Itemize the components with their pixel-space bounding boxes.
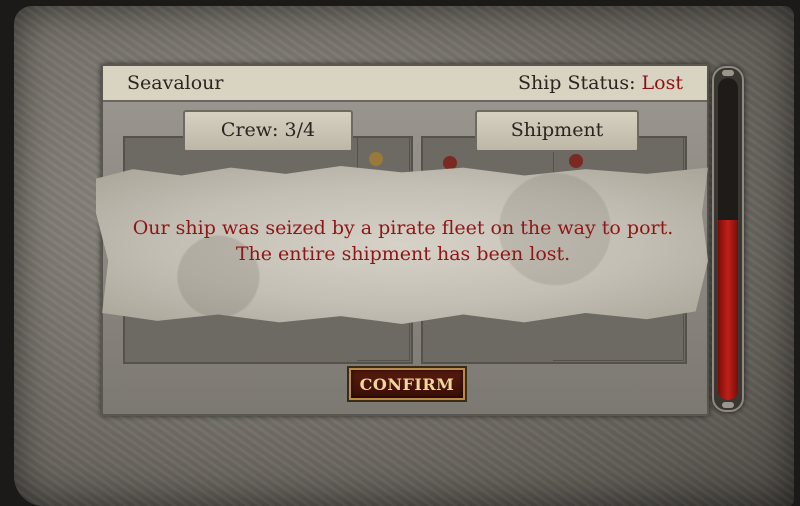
ship-health-track <box>718 78 738 400</box>
confirm-button[interactable]: CONFIRM <box>349 368 465 400</box>
ship-status-label: Ship Status: <box>517 72 636 94</box>
ship-name: Seavalour <box>127 72 224 94</box>
bar-top-cap <box>722 70 734 76</box>
cargo-item-icon <box>569 154 583 168</box>
crew-role-icon <box>369 152 383 166</box>
panel-title-bar: Seavalour Ship Status: Lost <box>103 66 707 102</box>
ship-status: Ship Status: Lost <box>518 72 683 94</box>
ship-health-bar <box>712 66 744 412</box>
ship-health-fill <box>718 219 738 400</box>
ship-status-value: Lost <box>641 72 683 94</box>
loss-message: Our ship was seized by a pirate fleet on… <box>132 217 674 265</box>
cargo-item-icon <box>443 156 457 170</box>
bar-bottom-cap <box>722 402 734 408</box>
tab-shipment[interactable]: Shipment <box>475 110 639 152</box>
tab-crew[interactable]: Crew: 3/4 <box>183 110 353 152</box>
